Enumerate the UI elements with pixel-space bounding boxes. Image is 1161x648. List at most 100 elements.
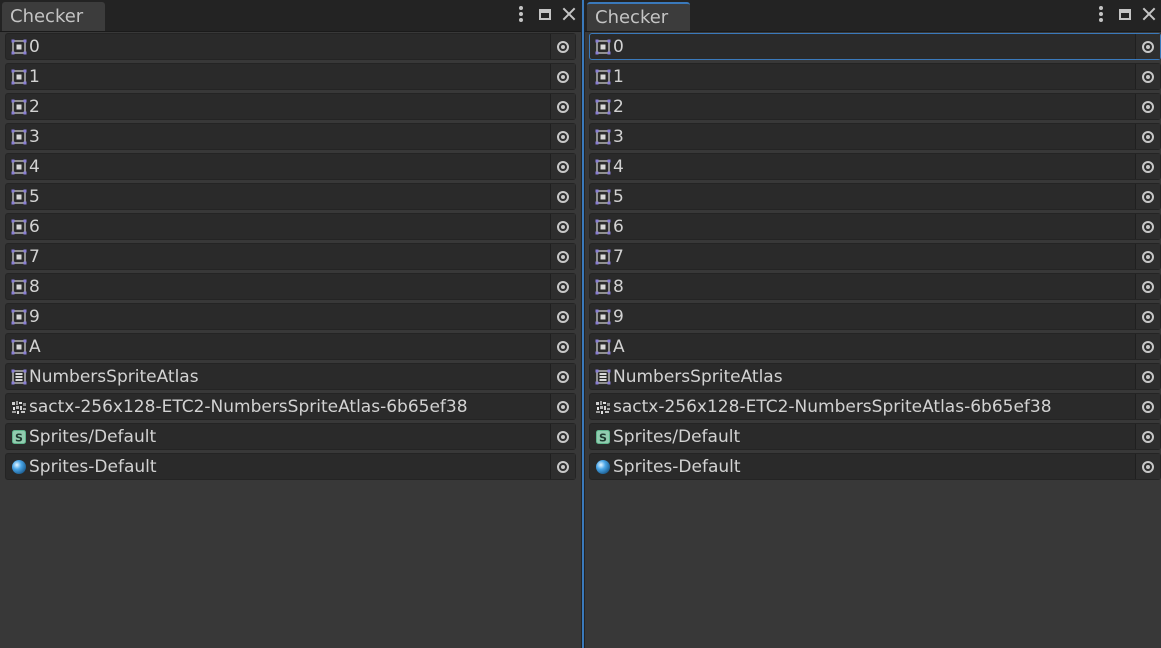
object-field[interactable]: 3 xyxy=(589,123,1161,150)
object-field[interactable]: 2 xyxy=(5,93,576,120)
object-picker-button[interactable] xyxy=(550,454,575,479)
object-field[interactable]: 3 xyxy=(5,123,576,150)
object-picker-button[interactable] xyxy=(1135,154,1160,179)
object-field-label: 3 xyxy=(613,127,624,147)
object-field[interactable]: 1 xyxy=(589,63,1161,90)
object-field[interactable]: A xyxy=(589,333,1161,360)
object-picker-button[interactable] xyxy=(1135,274,1160,299)
target-picker-icon xyxy=(1142,340,1154,353)
object-field[interactable]: 6 xyxy=(5,213,576,240)
object-picker-button[interactable] xyxy=(1135,304,1160,329)
object-field[interactable]: sactx-256x128-ETC2-NumbersSpriteAtlas-6b… xyxy=(589,393,1161,420)
sprite-icon xyxy=(11,99,27,115)
maximize-icon xyxy=(1119,8,1131,20)
object-field[interactable]: 7 xyxy=(5,243,576,270)
object-field[interactable]: 6 xyxy=(589,213,1161,240)
object-field[interactable]: sactx-256x128-ETC2-NumbersSpriteAtlas-6b… xyxy=(5,393,576,420)
object-field[interactable]: NumbersSpriteAtlas xyxy=(5,363,576,390)
sprite-icon xyxy=(11,279,27,295)
object-picker-button[interactable] xyxy=(550,34,575,59)
object-picker-button[interactable] xyxy=(1135,424,1160,449)
object-field-label: Sprites/Default xyxy=(613,427,741,447)
object-field[interactable]: 4 xyxy=(5,153,576,180)
more-options-button[interactable] xyxy=(1089,0,1113,28)
object-picker-button[interactable] xyxy=(550,124,575,149)
object-picker-button[interactable] xyxy=(550,154,575,179)
object-field[interactable]: A xyxy=(5,333,576,360)
object-field-label: 2 xyxy=(29,97,40,117)
target-picker-icon xyxy=(557,130,569,143)
object-field-label: A xyxy=(29,337,41,357)
object-picker-button[interactable] xyxy=(1135,124,1160,149)
object-field[interactable]: 0 xyxy=(589,33,1161,60)
object-picker-button[interactable] xyxy=(550,364,575,389)
maximize-button[interactable] xyxy=(533,0,557,28)
object-field-label: 1 xyxy=(29,67,40,87)
object-field-label: 6 xyxy=(29,217,40,237)
object-picker-button[interactable] xyxy=(550,184,575,209)
target-picker-icon xyxy=(557,100,569,113)
object-field[interactable]: 8 xyxy=(5,273,576,300)
object-picker-button[interactable] xyxy=(1135,214,1160,239)
object-field[interactable]: S Sprites/Default xyxy=(5,423,576,450)
object-picker-button[interactable] xyxy=(550,214,575,239)
tab-checker[interactable]: Checker xyxy=(2,2,105,31)
object-picker-button[interactable] xyxy=(550,274,575,299)
object-picker-button[interactable] xyxy=(550,244,575,269)
object-picker-button[interactable] xyxy=(1135,364,1160,389)
object-picker-button[interactable] xyxy=(550,94,575,119)
object-field-label: NumbersSpriteAtlas xyxy=(613,367,783,387)
object-picker-button[interactable] xyxy=(1135,94,1160,119)
object-picker-button[interactable] xyxy=(1135,334,1160,359)
object-field[interactable]: 0 xyxy=(5,33,576,60)
object-picker-button[interactable] xyxy=(550,64,575,89)
object-field[interactable]: 2 xyxy=(589,93,1161,120)
sprite-icon xyxy=(11,189,27,205)
object-picker-button[interactable] xyxy=(1135,184,1160,209)
object-picker-button[interactable] xyxy=(1135,394,1160,419)
sprite-icon xyxy=(595,69,611,85)
object-field[interactable]: 5 xyxy=(5,183,576,210)
sprite-icon xyxy=(595,219,611,235)
object-field[interactable]: Sprites-Default xyxy=(589,453,1161,480)
target-picker-icon xyxy=(1142,400,1154,413)
sprite-atlas-icon xyxy=(595,369,611,385)
target-picker-icon xyxy=(557,40,569,53)
target-picker-icon xyxy=(1142,220,1154,233)
object-picker-button[interactable] xyxy=(550,334,575,359)
shader-icon: S xyxy=(11,429,27,445)
object-picker-button[interactable] xyxy=(550,424,575,449)
object-field[interactable]: Sprites-Default xyxy=(5,453,576,480)
more-options-button[interactable] xyxy=(509,0,533,28)
object-picker-button[interactable] xyxy=(550,304,575,329)
object-field[interactable]: 4 xyxy=(589,153,1161,180)
object-field-label: 5 xyxy=(613,187,624,207)
target-picker-icon xyxy=(557,370,569,383)
object-field[interactable]: 1 xyxy=(5,63,576,90)
maximize-icon xyxy=(539,8,551,20)
close-button[interactable] xyxy=(557,0,581,28)
maximize-button[interactable] xyxy=(1113,0,1137,28)
object-field[interactable]: 7 xyxy=(589,243,1161,270)
object-field[interactable]: 5 xyxy=(589,183,1161,210)
object-field[interactable]: 9 xyxy=(589,303,1161,330)
object-picker-button[interactable] xyxy=(1135,244,1160,269)
object-field-label: 1 xyxy=(613,67,624,87)
sprite-icon xyxy=(11,159,27,175)
object-field-list: 0 1 2 3 4 5 6 7 8 9 A NumbersSpriteAtlas sactx-256x1… xyxy=(589,33,1161,483)
object-field-label: Sprites-Default xyxy=(29,457,157,477)
object-field-label: 9 xyxy=(613,307,624,327)
object-field[interactable]: 8 xyxy=(589,273,1161,300)
object-field[interactable]: 9 xyxy=(5,303,576,330)
object-picker-button[interactable] xyxy=(1135,34,1160,59)
target-picker-icon xyxy=(1142,310,1154,323)
sprite-icon xyxy=(595,189,611,205)
object-picker-button[interactable] xyxy=(1135,64,1160,89)
object-field[interactable]: S Sprites/Default xyxy=(589,423,1161,450)
object-field[interactable]: NumbersSpriteAtlas xyxy=(589,363,1161,390)
object-picker-button[interactable] xyxy=(1135,454,1160,479)
tab-checker[interactable]: Checker xyxy=(587,2,690,31)
object-picker-button[interactable] xyxy=(550,394,575,419)
object-field-label: 9 xyxy=(29,307,40,327)
close-button[interactable] xyxy=(1137,0,1161,28)
